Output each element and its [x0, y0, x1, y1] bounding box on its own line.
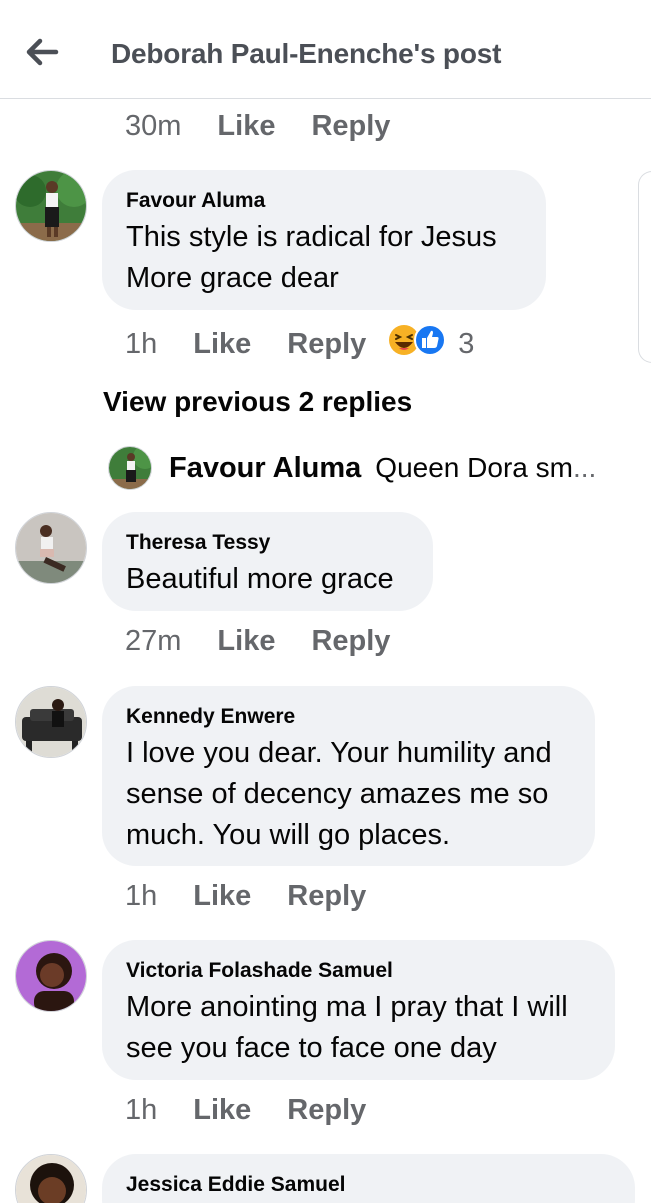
- like-button[interactable]: Like: [193, 1094, 251, 1127]
- back-arrow-icon[interactable]: [22, 34, 62, 70]
- comment-actions: 30m Like Reply: [125, 110, 426, 143]
- comment-text: I love you dear. Your humility and sense…: [126, 737, 552, 851]
- comment-actions: 1h Like Reply: [125, 1094, 402, 1127]
- comment-actions: 27m Like Reply: [125, 625, 426, 658]
- comment-time[interactable]: 1h: [125, 1094, 157, 1127]
- reply-text: Queen Dora sm: [375, 452, 573, 483]
- comment-time[interactable]: 30m: [125, 110, 181, 143]
- comment-text: Beautiful more grace: [126, 563, 394, 595]
- comment-bubble: Theresa Tessy Beautiful more grace: [102, 512, 433, 611]
- comment-time[interactable]: 27m: [125, 625, 181, 658]
- page-title: Deborah Paul-Enenche's post: [111, 38, 502, 69]
- reply-author[interactable]: Favour Aluma: [169, 452, 361, 485]
- comment-text: This style is radical for Jesus More gra…: [126, 221, 497, 294]
- avatar[interactable]: [15, 1154, 87, 1203]
- comment-actions: 1h Like Reply 3: [125, 324, 474, 364]
- top-bar: Deborah Paul-Enenche's post: [0, 0, 651, 99]
- reply-button[interactable]: Reply: [287, 1094, 366, 1127]
- comment-author[interactable]: Victoria Folashade Samuel: [126, 958, 591, 984]
- comment-actions: 1h Like Reply: [125, 880, 402, 913]
- avatar[interactable]: [108, 446, 152, 490]
- comment-author[interactable]: Theresa Tessy: [126, 530, 409, 556]
- like-button[interactable]: Like: [217, 110, 275, 143]
- reply-preview[interactable]: Favour Aluma Queen Dora sm...: [108, 446, 596, 490]
- comment-bubble: Kennedy Enwere I love you dear. Your hum…: [102, 686, 595, 866]
- comment-bubble: Victoria Folashade Samuel More anointing…: [102, 940, 615, 1080]
- like-button[interactable]: Like: [193, 880, 251, 913]
- reply-button[interactable]: Reply: [311, 110, 390, 143]
- comment-time[interactable]: 1h: [125, 880, 157, 913]
- reply-ellipsis: ...: [572, 452, 597, 483]
- reaction-summary[interactable]: 3: [388, 324, 474, 364]
- like-react-icon: [414, 324, 447, 364]
- reply-button[interactable]: Reply: [287, 880, 366, 913]
- comment-author[interactable]: Kennedy Enwere: [126, 704, 571, 730]
- reaction-count: 3: [458, 327, 475, 360]
- avatar[interactable]: [15, 170, 87, 242]
- adjacent-panel-edge: [638, 171, 651, 363]
- comment-author[interactable]: Favour Aluma: [126, 188, 522, 214]
- reply-button[interactable]: Reply: [287, 328, 366, 361]
- comment-time[interactable]: 1h: [125, 328, 157, 361]
- like-button[interactable]: Like: [193, 328, 251, 361]
- reply-button[interactable]: Reply: [311, 625, 390, 658]
- view-previous-replies-link[interactable]: View previous 2 replies: [103, 386, 412, 418]
- comment-text: More anointing ma I pray that I will see…: [126, 991, 568, 1064]
- avatar[interactable]: [15, 512, 87, 584]
- avatar[interactable]: [15, 686, 87, 758]
- comment-bubble: Favour Aluma This style is radical for J…: [102, 170, 546, 310]
- comment-author[interactable]: Jessica Eddie Samuel: [126, 1172, 611, 1198]
- like-button[interactable]: Like: [217, 625, 275, 658]
- avatar[interactable]: [15, 940, 87, 1012]
- comment-bubble: Jessica Eddie Samuel: [102, 1154, 635, 1203]
